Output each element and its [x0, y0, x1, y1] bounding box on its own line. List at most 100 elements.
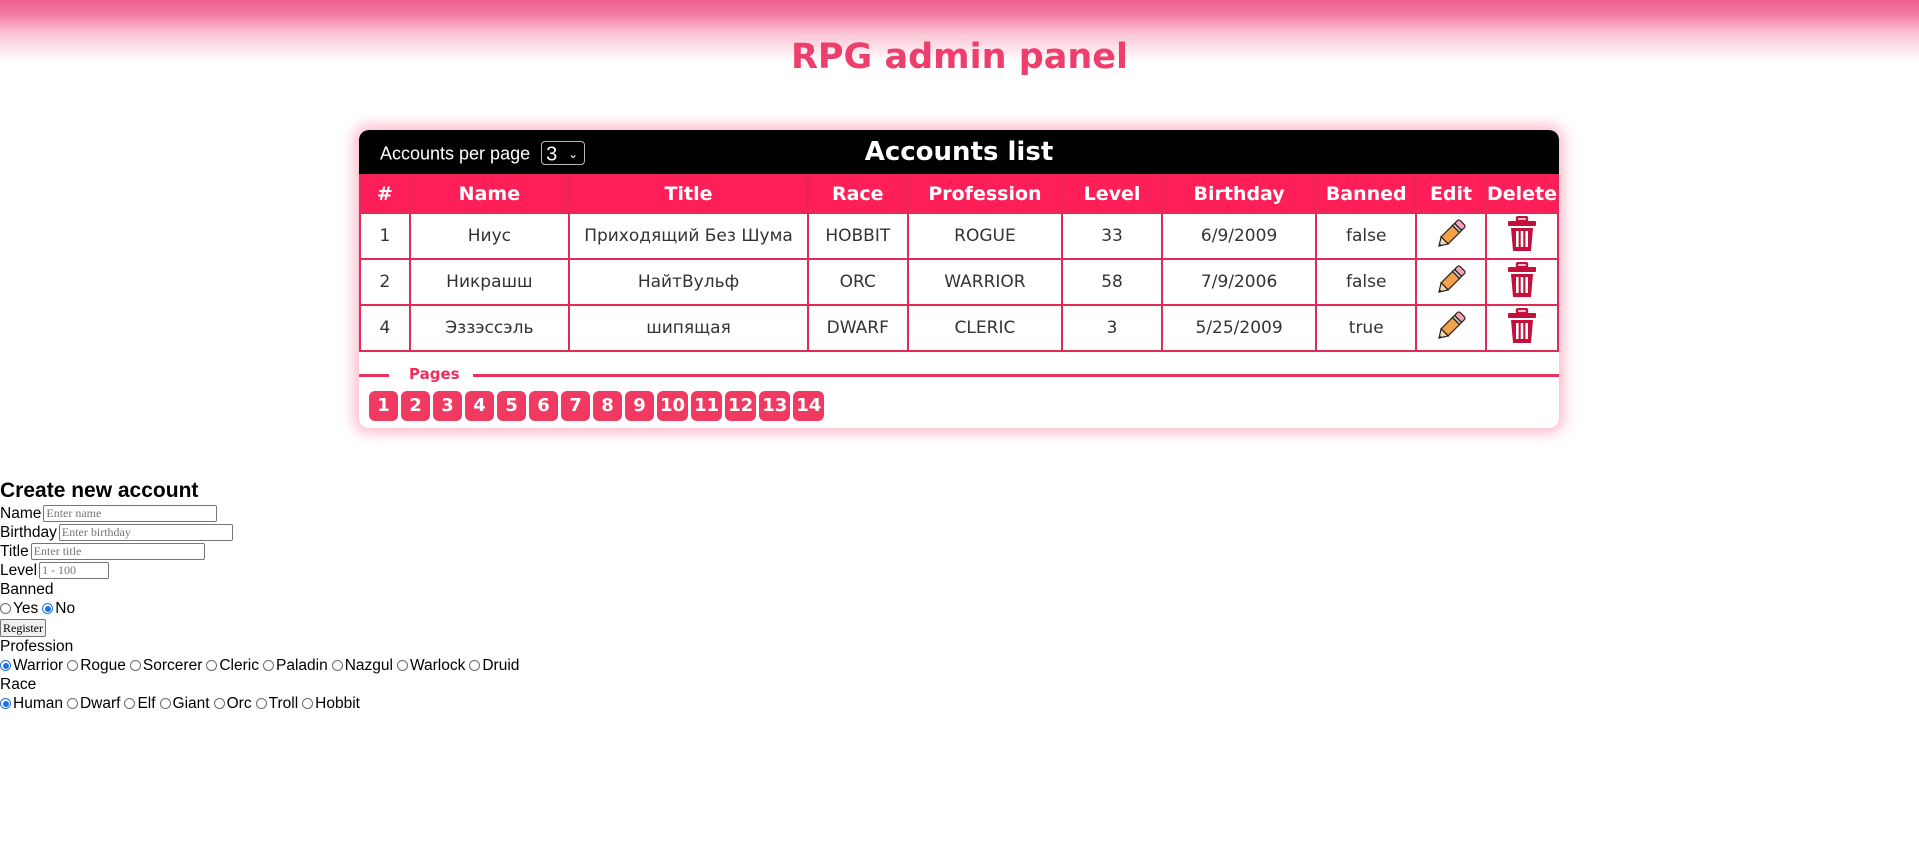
radio-button[interactable]	[469, 660, 481, 672]
cell-banned: true	[1315, 304, 1418, 352]
cell-birthday: 7/9/2006	[1160, 258, 1318, 306]
radio-option: Warlock	[396, 657, 465, 674]
cell-birthday: 6/9/2009	[1160, 212, 1318, 260]
page-button[interactable]: 3	[433, 391, 462, 421]
cell-level: 33	[1061, 212, 1163, 260]
pencil-icon[interactable]	[1433, 216, 1469, 257]
radio-button[interactable]	[129, 660, 141, 672]
radio-button[interactable]	[0, 603, 11, 615]
page-button[interactable]: 10	[657, 391, 689, 421]
page-button[interactable]: 6	[529, 391, 558, 421]
trash-icon[interactable]	[1507, 307, 1537, 349]
radio-label: Yes	[13, 600, 39, 617]
accounts-panel: Accounts per page 3 ⌄ Accounts list # Nam…	[359, 130, 1559, 428]
table-header-row: # Name Title Race Profession Level Birthday Ban…	[359, 174, 1559, 214]
radio-button[interactable]	[262, 660, 274, 672]
page-button[interactable]: 2	[401, 391, 430, 421]
radio-label: Druid	[482, 657, 520, 674]
page-button[interactable]: 8	[593, 391, 622, 421]
radio-label: Orc	[226, 695, 252, 712]
register-button[interactable]: Register	[0, 619, 46, 637]
radio-option: Cleric	[206, 657, 259, 674]
radio-label: Hobbit	[315, 695, 360, 712]
trash-icon[interactable]	[1507, 261, 1537, 303]
page-button[interactable]: 13	[759, 391, 791, 421]
page-button[interactable]: 5	[497, 391, 526, 421]
cell-name: Эззэссэль	[408, 304, 571, 352]
radio-button[interactable]	[42, 603, 54, 615]
cell-level: 58	[1061, 258, 1163, 306]
page-button[interactable]: 14	[793, 391, 825, 421]
title-input[interactable]: Enter title	[30, 543, 205, 561]
birthday-row: Birthday Enter birthday	[0, 523, 523, 542]
page-button[interactable]: 11	[691, 391, 723, 421]
page-button[interactable]: 7	[561, 391, 590, 421]
page-button[interactable]: 9	[625, 391, 654, 421]
delete-cell	[1484, 212, 1559, 260]
radio-button[interactable]	[66, 698, 78, 710]
cell-id: 4	[359, 304, 411, 352]
radio-label: Elf	[137, 695, 156, 712]
name-label: Name	[0, 505, 42, 522]
title-row: Title Enter title	[0, 542, 523, 561]
page-button[interactable]: 1	[369, 391, 398, 421]
column-header: Name	[408, 174, 571, 214]
radio-option: Elf	[124, 695, 156, 712]
form-title: Create new account	[0, 479, 199, 502]
radio-option: Druid	[469, 657, 519, 674]
radio-button[interactable]	[0, 698, 11, 710]
column-header: #	[359, 174, 411, 214]
cell-name: Никрашш	[408, 258, 571, 306]
pencil-icon[interactable]	[1433, 262, 1469, 303]
level-row: Level 1 - 100	[0, 561, 523, 580]
table-row: 4 Эззэссэль шипящая DWARF CLERIC 3 5/25/2009 tr…	[359, 304, 1559, 352]
cell-profession: ROGUE	[906, 212, 1064, 260]
radio-button[interactable]	[67, 660, 79, 672]
page-button[interactable]: 4	[465, 391, 494, 421]
cell-race: ORC	[806, 258, 909, 306]
radio-button[interactable]	[396, 660, 408, 672]
edit-cell	[1415, 258, 1487, 306]
radio-option: Paladin	[262, 657, 328, 674]
edit-cell	[1415, 304, 1487, 352]
radio-button[interactable]	[331, 660, 343, 672]
level-label: Level	[0, 562, 38, 579]
delete-cell	[1484, 258, 1559, 306]
level-input[interactable]: 1 - 100	[39, 562, 110, 580]
trash-icon[interactable]	[1507, 215, 1537, 257]
delete-cell	[1484, 304, 1559, 352]
radio-option: Orc	[213, 695, 252, 712]
radio-option: Hobbit	[302, 695, 360, 712]
race-options: Human Dwarf Elf Giant Orc Troll Hobbit	[0, 694, 523, 713]
radio-button[interactable]	[302, 698, 314, 710]
radio-label: Rogue	[80, 657, 126, 674]
pencil-icon[interactable]	[1433, 308, 1469, 349]
pagination: 1 2 3 4 5 6 7 8 9 10 11 12 13 14	[369, 391, 825, 421]
column-header: Birthday	[1160, 174, 1318, 214]
cell-race: DWARF	[806, 304, 909, 352]
cell-id: 2	[359, 258, 411, 306]
cell-profession: CLERIC	[906, 304, 1064, 352]
birthday-input[interactable]: Enter birthday	[58, 524, 233, 542]
radio-label: Sorcerer	[142, 657, 203, 674]
radio-button[interactable]	[124, 698, 136, 710]
name-row: Name Enter name	[0, 504, 523, 523]
banned-label: Banned	[0, 581, 54, 598]
radio-button[interactable]	[0, 660, 11, 672]
radio-button[interactable]	[206, 660, 218, 672]
cell-title: Приходящий Без Шума	[568, 212, 809, 260]
cell-id: 1	[359, 212, 411, 260]
profession-options: Warrior Rogue Sorcerer Cleric Paladin Nazgul W…	[0, 656, 523, 675]
radio-button[interactable]	[255, 698, 267, 710]
column-header: Level	[1061, 174, 1163, 214]
radio-option: Human	[0, 695, 63, 712]
page-button[interactable]: 12	[725, 391, 757, 421]
radio-option: Nazgul	[331, 657, 393, 674]
name-input[interactable]: Enter name	[43, 505, 218, 523]
radio-button[interactable]	[159, 698, 171, 710]
radio-button[interactable]	[213, 698, 225, 710]
radio-label: Cleric	[219, 657, 259, 674]
banned-label-row: Banned	[0, 580, 523, 599]
accounts-list-title: Accounts list	[864, 137, 1054, 167]
radio-option: Rogue	[67, 657, 126, 674]
